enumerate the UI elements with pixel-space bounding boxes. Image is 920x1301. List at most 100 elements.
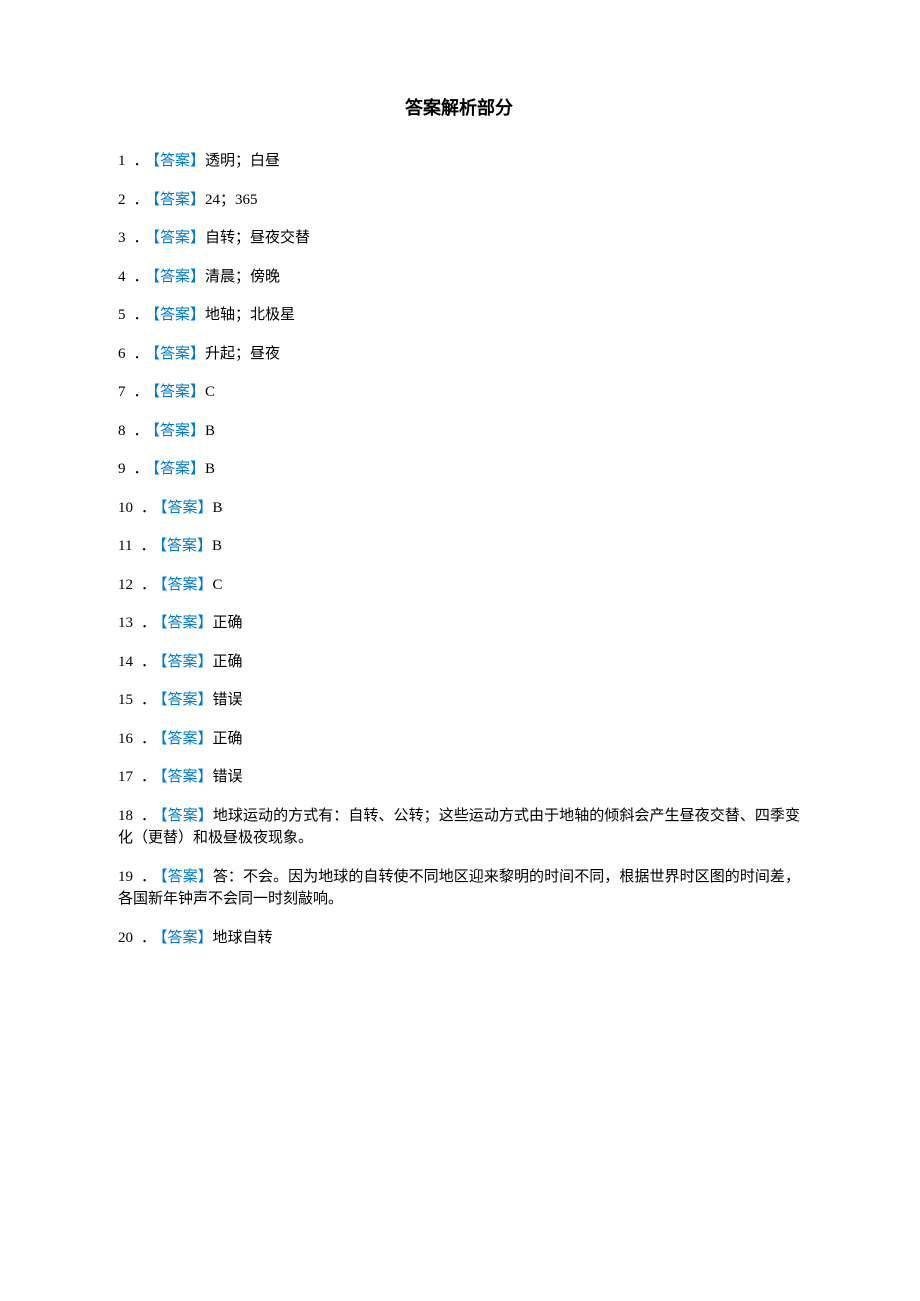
answer-text: 地球运动的方式有：自转、公转；这些运动方式由于地轴的倾斜会产生昼夜交替、四季变化… xyxy=(118,808,800,847)
section-title: 答案解析部分 xyxy=(118,95,800,122)
answer-text: 正确 xyxy=(213,731,243,747)
answer-item: 19 ．【答案】答：不会。因为地球的自转使不同地区迎来黎明的时间不同，根据世界时区… xyxy=(118,866,800,911)
answer-tag: 【答案】 xyxy=(160,808,213,824)
answer-text: 透明；白昼 xyxy=(205,153,280,169)
item-number: 4 xyxy=(118,269,126,285)
answer-tag: 【答案】 xyxy=(153,307,206,323)
answer-tag: 【答案】 xyxy=(153,384,206,400)
answer-tag: 【答案】 xyxy=(160,615,213,631)
answer-item: 18 ．【答案】地球运动的方式有：自转、公转；这些运动方式由于地轴的倾斜会产生昼夜… xyxy=(118,805,800,850)
item-dot: ． xyxy=(141,577,156,593)
answer-text: 自转；昼夜交替 xyxy=(205,230,310,246)
answer-tag: 【答案】 xyxy=(153,153,206,169)
answer-text: 地轴；北极星 xyxy=(205,307,295,323)
item-number: 14 xyxy=(118,654,133,670)
answer-tag: 【答案】 xyxy=(153,230,206,246)
item-dot: ． xyxy=(141,808,156,824)
item-dot: ． xyxy=(134,192,149,208)
item-dot: ． xyxy=(141,930,156,946)
answer-item: 1 ．【答案】透明；白昼 xyxy=(118,150,800,173)
item-number: 11 xyxy=(118,538,132,554)
item-number: 18 xyxy=(118,808,133,824)
item-number: 6 xyxy=(118,346,126,362)
item-number: 20 xyxy=(118,930,133,946)
item-number: 16 xyxy=(118,731,133,747)
answer-item: 17 ．【答案】错误 xyxy=(118,766,800,789)
item-dot: ． xyxy=(134,384,149,400)
item-dot: ． xyxy=(141,654,156,670)
answer-item: 4 ．【答案】清晨；傍晚 xyxy=(118,266,800,289)
answer-item: 10 ．【答案】B xyxy=(118,497,800,520)
item-number: 17 xyxy=(118,769,133,785)
item-dot: ． xyxy=(134,307,149,323)
answer-item: 20 ．【答案】地球自转 xyxy=(118,927,800,950)
answer-text: 正确 xyxy=(213,615,243,631)
answer-tag: 【答案】 xyxy=(160,692,213,708)
answer-text: 清晨；傍晚 xyxy=(205,269,280,285)
answer-item: 16 ．【答案】正确 xyxy=(118,728,800,751)
answer-text: B xyxy=(205,423,215,439)
item-number: 2 xyxy=(118,192,126,208)
answer-tag: 【答案】 xyxy=(160,500,213,516)
answer-item: 7 ．【答案】C xyxy=(118,381,800,404)
answer-text: 错误 xyxy=(213,769,243,785)
item-number: 15 xyxy=(118,692,133,708)
item-dot: ． xyxy=(141,615,156,631)
item-dot: ． xyxy=(141,692,156,708)
answer-tag: 【答案】 xyxy=(153,423,206,439)
answer-text: 正确 xyxy=(213,654,243,670)
answer-text: B xyxy=(213,500,223,516)
answer-tag: 【答案】 xyxy=(160,930,213,946)
item-number: 13 xyxy=(118,615,133,631)
answer-tag: 【答案】 xyxy=(153,346,206,362)
answer-item: 14 ．【答案】正确 xyxy=(118,651,800,674)
item-number: 5 xyxy=(118,307,126,323)
answer-tag: 【答案】 xyxy=(160,731,213,747)
item-number: 19 xyxy=(118,869,133,885)
item-dot: ． xyxy=(134,153,149,169)
item-dot: ． xyxy=(141,500,156,516)
answer-item: 13 ．【答案】正确 xyxy=(118,612,800,635)
answer-text: 地球自转 xyxy=(213,930,273,946)
answer-item: 12 ．【答案】C xyxy=(118,574,800,597)
answer-item: 5 ．【答案】地轴；北极星 xyxy=(118,304,800,327)
answer-tag: 【答案】 xyxy=(160,769,213,785)
item-number: 1 xyxy=(118,153,126,169)
answer-item: 8 ．【答案】B xyxy=(118,420,800,443)
answer-tag: 【答案】 xyxy=(160,577,213,593)
answer-item: 3 ．【答案】自转；昼夜交替 xyxy=(118,227,800,250)
answer-item: 9 ．【答案】B xyxy=(118,458,800,481)
answer-tag: 【答案】 xyxy=(153,461,206,477)
item-dot: ． xyxy=(134,230,149,246)
item-dot: ． xyxy=(141,731,156,747)
answer-tag: 【答案】 xyxy=(159,538,212,554)
answer-item: 11 ．【答案】B xyxy=(118,535,800,558)
answer-item: 6．【答案】升起；昼夜 xyxy=(118,343,800,366)
answer-text: 答：不会。因为地球的自转使不同地区迎来黎明的时间不同，根据世界时区图的时间差，各… xyxy=(118,869,800,908)
answer-tag: 【答案】 xyxy=(160,869,213,885)
item-dot: ． xyxy=(134,423,149,439)
answer-list: 1．【答案】透明；白昼2．【答案】24；3653．【答案】自转；昼夜交替4．【答… xyxy=(118,150,800,949)
answer-text: C xyxy=(213,577,223,593)
item-dot: ． xyxy=(141,869,156,885)
item-number: 9 xyxy=(118,461,126,477)
item-number: 8 xyxy=(118,423,126,439)
item-number: 12 xyxy=(118,577,133,593)
answer-text: B xyxy=(212,538,222,554)
answer-tag: 【答案】 xyxy=(153,192,206,208)
item-dot: ． xyxy=(141,769,156,785)
answer-text: 升起；昼夜 xyxy=(205,346,280,362)
answer-tag: 【答案】 xyxy=(153,269,206,285)
item-number: 10 xyxy=(118,500,133,516)
item-number: 7 xyxy=(118,384,126,400)
answer-item: 2 ．【答案】24；365 xyxy=(118,189,800,212)
item-dot: ． xyxy=(140,538,155,554)
item-dot: ． xyxy=(134,461,149,477)
answer-text: B xyxy=(205,461,215,477)
item-dot: ． xyxy=(134,269,149,285)
answer-text: C xyxy=(205,384,215,400)
item-number: 3 xyxy=(118,230,126,246)
answer-text: 24；365 xyxy=(205,192,258,208)
page: 答案解析部分 1．【答案】透明；白昼2．【答案】24；3653．【答案】自转；昼… xyxy=(0,0,920,1301)
answer-tag: 【答案】 xyxy=(160,654,213,670)
